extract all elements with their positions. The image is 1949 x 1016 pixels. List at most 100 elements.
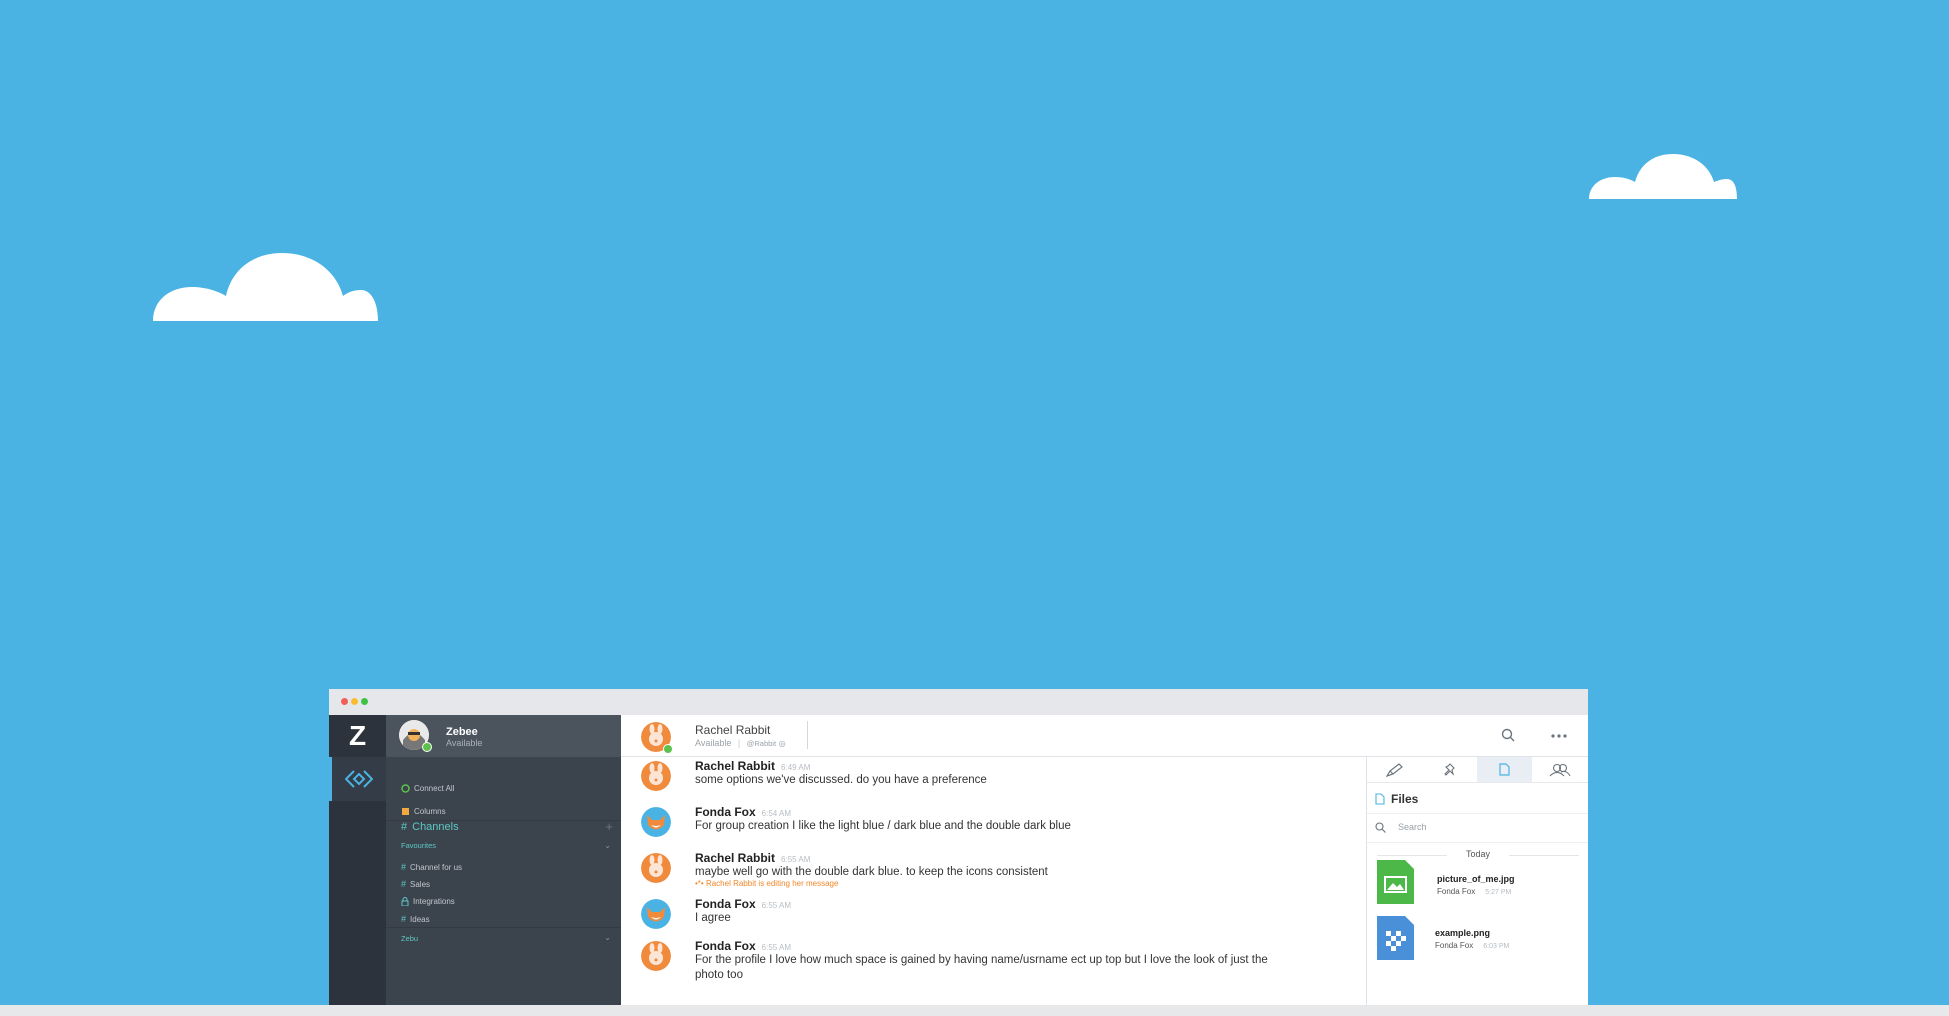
files-search-input[interactable]: Search (1367, 813, 1588, 843)
file-time: 6:03 PM (1483, 943, 1510, 950)
sidebar-item-label: Connect All (414, 784, 455, 793)
tab-members[interactable] (1532, 757, 1587, 782)
message-time: 6:54 AM (761, 809, 792, 818)
fox-avatar (641, 807, 671, 837)
sidebar-item-ideas[interactable]: # Ideas (401, 914, 430, 924)
sidebar-item-label: Ideas (410, 914, 430, 924)
files-panel: Files Search Today picture_of_me.jpg Fon… (1366, 757, 1588, 1005)
message-time: 6:55 AM (781, 855, 811, 864)
more-options-icon[interactable] (1551, 734, 1567, 738)
message-list: Rachel Rabbit 6:49 AM some options we've … (621, 757, 1366, 1005)
file-icon (1375, 793, 1385, 805)
user-profile[interactable]: Zebee Available (386, 715, 621, 757)
cloud-left (153, 253, 378, 321)
editing-indicator: •*• Rachel Rabbit is editing her message (695, 879, 839, 888)
message-text: maybe well go with the double dark blue.… (695, 866, 1048, 878)
user-name: Zebee (446, 726, 478, 738)
cloud-right (1589, 154, 1737, 199)
rabbit-avatar (641, 941, 671, 971)
divider (386, 927, 621, 928)
file-meta: Fonda Fox 6:03 PM (1435, 941, 1509, 950)
channels-title: Channels (412, 821, 459, 833)
sidebar-item-columns[interactable]: Columns (401, 807, 446, 816)
message-author: Rachel Rabbit 6:49 AM (695, 759, 810, 773)
tab-draw[interactable] (1367, 757, 1422, 782)
lock-icon (401, 897, 409, 906)
sidebar-item-channel-for-us[interactable]: # Channel for us (401, 862, 462, 872)
rabbit-avatar (641, 761, 671, 791)
favourites-label[interactable]: Favourites (401, 841, 436, 850)
sidebar-item-label: Channel for us (410, 862, 463, 872)
close-window-button[interactable] (341, 698, 348, 705)
sidebar-item-connect-all[interactable]: Connect All (401, 784, 454, 793)
rabbit-avatar (641, 853, 671, 883)
sidebar-item-integrations[interactable]: Integrations (401, 897, 455, 906)
app-logo: Z (348, 720, 367, 751)
contact-online-dot (663, 744, 673, 754)
tab-pinned[interactable] (1422, 757, 1477, 782)
file-owner: Fonda Fox (1437, 887, 1476, 896)
sidebar-item-sales[interactable]: # Sales (401, 879, 430, 889)
connect-icon (401, 784, 410, 793)
message-text: For the profile I love how much space is… (695, 954, 1268, 981)
file-time: 5:27 PM (1485, 889, 1512, 896)
message-author: Rachel Rabbit 6:55 AM (695, 851, 810, 865)
columns-icon (402, 808, 409, 815)
channels-header[interactable]: # Channels (401, 821, 459, 833)
search-icon (1375, 822, 1386, 833)
search-placeholder: Search (1398, 822, 1427, 832)
connect-diamond-icon (345, 770, 373, 788)
author-name: Rachel Rabbit (695, 759, 776, 773)
header-divider (807, 721, 808, 749)
files-title-text: Files (1391, 792, 1419, 806)
date-divider: Today (1367, 849, 1588, 859)
file-name: picture_of_me.jpg (1437, 874, 1515, 884)
user-online-dot (422, 742, 432, 752)
message-text: some options we've discussed. do you hav… (695, 774, 987, 786)
minimize-window-button[interactable] (351, 698, 358, 705)
message-author: Fonda Fox 6:54 AM (695, 805, 791, 819)
chevron-down-icon[interactable]: ⌄ (604, 933, 611, 942)
author-name: Fonda Fox (695, 897, 756, 911)
file-meta: Fonda Fox 5:27 PM (1437, 887, 1511, 896)
message-time: 6:49 AM (781, 763, 811, 772)
connect-nav-button[interactable] (329, 757, 386, 801)
bottom-strip (0, 1005, 1949, 1016)
pin-icon (1443, 762, 1455, 776)
title-bar (329, 689, 1588, 715)
hash-icon: # (401, 821, 408, 833)
sidebar-item-label: Sales (410, 879, 431, 889)
files-title: Files (1375, 792, 1418, 806)
author-name: Fonda Fox (695, 939, 756, 953)
message-time: 6:55 AM (761, 943, 792, 952)
tab-files[interactable] (1477, 757, 1532, 782)
info-icon[interactable]: ◎ (779, 739, 786, 748)
image-file-icon (1377, 860, 1414, 904)
search-icon[interactable] (1501, 728, 1515, 742)
chat-main: Rachel Rabbit Available | @Rabbit ◎ Rach… (621, 715, 1588, 1005)
fox-avatar (641, 899, 671, 929)
chat-header: Rachel Rabbit Available | @Rabbit ◎ (621, 715, 1588, 757)
pen-icon (1385, 762, 1403, 777)
add-channel-button[interactable]: + (605, 819, 613, 834)
message-author: Fonda Fox 6:55 AM (695, 939, 791, 953)
author-name: Fonda Fox (695, 805, 756, 819)
file-owner: Fonda Fox (1435, 941, 1474, 950)
message-time: 6:55 AM (761, 901, 792, 910)
file-icon (1499, 763, 1510, 776)
chevron-down-icon[interactable]: ⌄ (604, 841, 611, 850)
sidebar-item-label: Columns (414, 807, 446, 816)
image-file-icon (1377, 916, 1414, 960)
message-text: For group creation I like the light blue… (695, 820, 1071, 832)
group-label-zebu[interactable]: Zebu (401, 934, 418, 943)
icon-rail: Z (329, 715, 386, 1005)
message-text: I agree (695, 912, 731, 924)
message-author: Fonda Fox 6:55 AM (695, 897, 791, 911)
panel-tabs (1367, 757, 1588, 783)
contact-status: Available (695, 738, 732, 748)
author-name: Rachel Rabbit (695, 851, 776, 865)
hash-icon: # (401, 879, 407, 889)
sidebar: Zebee Available Connect All Columns # Ch… (386, 715, 621, 1005)
sidebar-item-label: Integrations (413, 897, 455, 906)
maximize-window-button[interactable] (361, 698, 368, 705)
